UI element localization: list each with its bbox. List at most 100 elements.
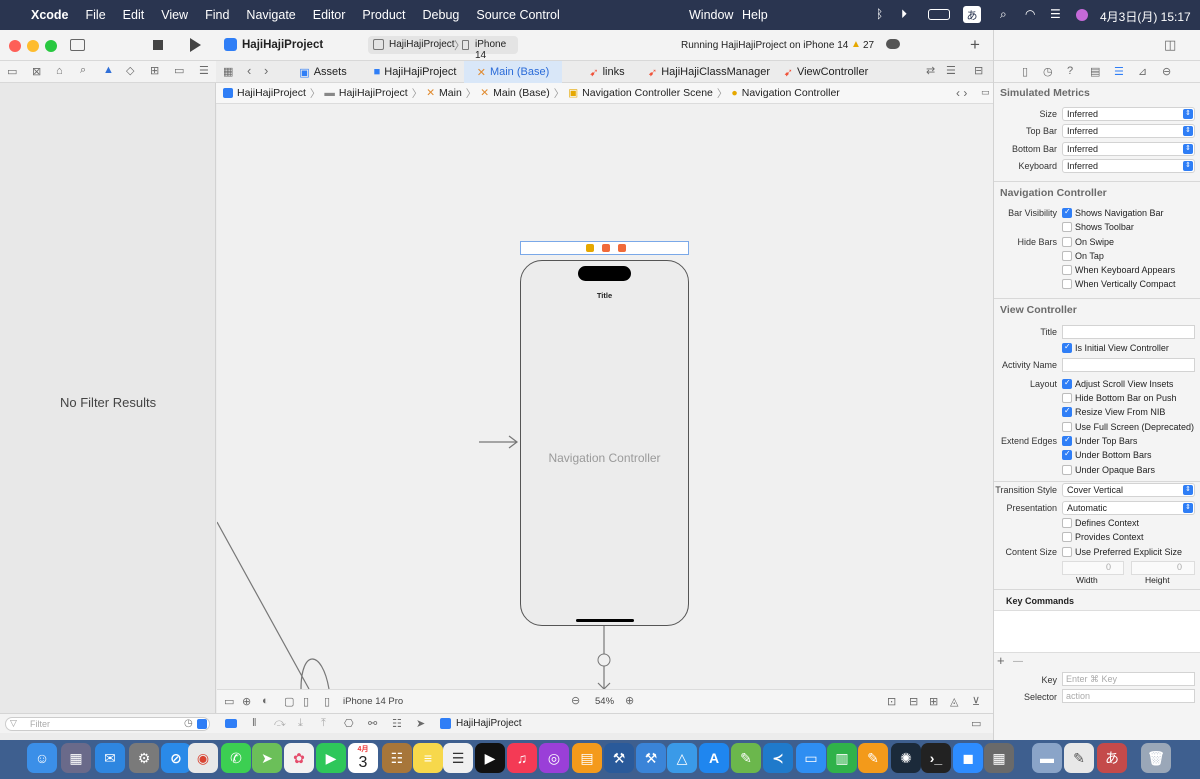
- editor-options-icon[interactable]: ☰: [946, 64, 956, 77]
- tab-project[interactable]: ■ HajiHajiProject: [366, 61, 464, 83]
- trash-icon[interactable]: 🗑: [1141, 743, 1171, 773]
- console-toggle-icon[interactable]: [225, 719, 237, 728]
- finder-icon[interactable]: ☺: [27, 743, 57, 773]
- calendar-icon[interactable]: 4月 3: [348, 743, 378, 773]
- under-bottom-bars-checkbox[interactable]: [1062, 449, 1072, 460]
- launchpad-icon[interactable]: ▦: [61, 743, 91, 773]
- debug-target[interactable]: HajiHajiProject: [456, 718, 522, 729]
- menu-view[interactable]: View: [161, 8, 188, 22]
- tab-view-controller[interactable]: ➹ ViewController: [776, 61, 876, 83]
- chrome-icon[interactable]: ◉: [188, 743, 218, 773]
- shows-toolbar-checkbox[interactable]: [1062, 222, 1072, 232]
- menu-window[interactable]: Window: [689, 8, 733, 22]
- jump-scene[interactable]: Navigation Controller Scene: [582, 87, 713, 99]
- menu-navigate[interactable]: Navigate: [246, 8, 295, 22]
- maps-icon[interactable]: ➤: [252, 743, 282, 773]
- scm-filter-icon[interactable]: [197, 719, 207, 729]
- full-screen-checkbox[interactable]: [1062, 422, 1072, 432]
- instruments-icon[interactable]: ⚒: [636, 743, 666, 773]
- selector-field[interactable]: action: [1062, 689, 1195, 703]
- add-library-button[interactable]: +: [970, 35, 980, 55]
- embed-in-icon[interactable]: ⊻: [972, 695, 980, 708]
- run-button[interactable]: [190, 38, 201, 52]
- adjust-scroll-checkbox[interactable]: [1062, 378, 1072, 389]
- report-icon[interactable]: ☰: [199, 64, 209, 77]
- menu-file[interactable]: File: [86, 8, 106, 22]
- back-icon[interactable]: ‹: [247, 63, 251, 78]
- inspector-toggle-icon[interactable]: ◫: [1164, 37, 1176, 53]
- siri-icon[interactable]: [1076, 9, 1088, 21]
- zoom-in-icon[interactable]: ⊕: [625, 694, 634, 707]
- xcode-icon[interactable]: ⚒: [604, 743, 634, 773]
- step-over-icon[interactable]: ⤼: [274, 717, 286, 730]
- podcasts-icon[interactable]: ◎: [539, 743, 569, 773]
- previous-issue-icon[interactable]: ‹ ›: [956, 86, 967, 100]
- shows-navigation-bar-checkbox[interactable]: [1062, 207, 1072, 218]
- mail-icon[interactable]: ✉: [95, 743, 125, 773]
- view-hierarchy-icon[interactable]: ⎔: [344, 717, 354, 730]
- size-popup[interactable]: Inferred ⇕: [1062, 107, 1195, 121]
- title-field[interactable]: [1062, 325, 1195, 339]
- contacts-icon[interactable]: ☷: [382, 743, 412, 773]
- provides-context-checkbox[interactable]: [1062, 532, 1072, 542]
- issue-icon[interactable]: ▲: [103, 64, 114, 76]
- update-frames-icon[interactable]: ⊡: [887, 695, 896, 708]
- keyboard-appears-checkbox[interactable]: [1062, 265, 1072, 275]
- tab-main-base[interactable]: ✕ Main (Base): [464, 61, 562, 83]
- bottom-bar-popup[interactable]: Inferred ⇕: [1062, 142, 1195, 156]
- location-icon[interactable]: ➤: [416, 717, 425, 730]
- pages-icon[interactable]: ✎: [858, 743, 888, 773]
- menu-edit[interactable]: Edit: [123, 8, 145, 22]
- notes-icon[interactable]: ≡: [413, 743, 443, 773]
- controller-dock-icon[interactable]: [586, 244, 594, 252]
- safari-icon[interactable]: ⊘: [161, 743, 191, 773]
- activity-name-field[interactable]: [1062, 358, 1195, 372]
- recent-files-icon[interactable]: ◷: [184, 718, 193, 729]
- key-commands-table[interactable]: [994, 610, 1200, 653]
- script-editor-icon[interactable]: ✎: [731, 743, 761, 773]
- align-icon[interactable]: ⊟: [909, 695, 918, 708]
- tab-class-manager[interactable]: ➹ HajiHajiClassManager: [648, 61, 770, 83]
- jump-folder[interactable]: HajiHajiProject: [339, 87, 408, 99]
- identity-inspector-icon[interactable]: ▤: [1090, 65, 1100, 78]
- warning-count[interactable]: 27: [863, 40, 874, 51]
- menu-debug[interactable]: Debug: [423, 8, 460, 22]
- menu-app-xcode[interactable]: Xcode: [31, 8, 69, 22]
- scene-dock[interactable]: [520, 241, 689, 255]
- music-icon[interactable]: ♫: [507, 743, 537, 773]
- messages-icon[interactable]: ✆: [221, 743, 251, 773]
- calculator-icon[interactable]: ▦: [984, 743, 1014, 773]
- hide-debug-area-icon[interactable]: ▭: [971, 717, 981, 730]
- books-icon[interactable]: ▤: [572, 743, 602, 773]
- numbers-icon[interactable]: ▥: [827, 743, 857, 773]
- keynote-icon[interactable]: ▭: [796, 743, 826, 773]
- size-inspector-icon[interactable]: ⊿: [1138, 65, 1147, 78]
- preview-icon[interactable]: ▬: [1032, 743, 1062, 773]
- storyboard-canvas[interactable]: Title Navigation Controller: [217, 104, 993, 689]
- clock[interactable]: 4月3日(月) 15:17: [1100, 8, 1191, 25]
- play-status-icon[interactable]: ⏵: [901, 7, 907, 22]
- battery-icon[interactable]: [928, 9, 950, 20]
- symbol-icon[interactable]: ⌂: [56, 65, 63, 77]
- jump-main[interactable]: Main: [439, 87, 462, 99]
- menu-source-control[interactable]: Source Control: [476, 8, 559, 22]
- history-inspector-icon[interactable]: ◷: [1043, 65, 1053, 78]
- under-top-bars-checkbox[interactable]: [1062, 435, 1072, 446]
- resolve-issues-icon[interactable]: ◬: [950, 695, 958, 708]
- preferred-size-checkbox[interactable]: [1062, 547, 1072, 557]
- reminders-icon[interactable]: ☰: [443, 743, 473, 773]
- menu-product[interactable]: Product: [362, 8, 405, 22]
- zoom-out-icon[interactable]: ⊖: [571, 694, 580, 707]
- facetime-icon[interactable]: ▶: [316, 743, 346, 773]
- width-field[interactable]: 0: [1062, 561, 1124, 575]
- orientation-icon[interactable]: ▢: [284, 695, 294, 708]
- forward-icon[interactable]: ›: [264, 63, 268, 78]
- breakpoint-icon[interactable]: ▭: [174, 64, 184, 77]
- document-outline-icon[interactable]: ▭: [224, 695, 234, 708]
- add-editor-icon[interactable]: ▭: [981, 87, 990, 98]
- split-editor-icon[interactable]: ⊟: [974, 64, 983, 77]
- phone-icon[interactable]: ▯: [324, 695, 330, 708]
- menu-help[interactable]: Help: [742, 8, 768, 22]
- help-inspector-icon[interactable]: ?: [1067, 65, 1073, 77]
- on-swipe-checkbox[interactable]: [1062, 237, 1072, 247]
